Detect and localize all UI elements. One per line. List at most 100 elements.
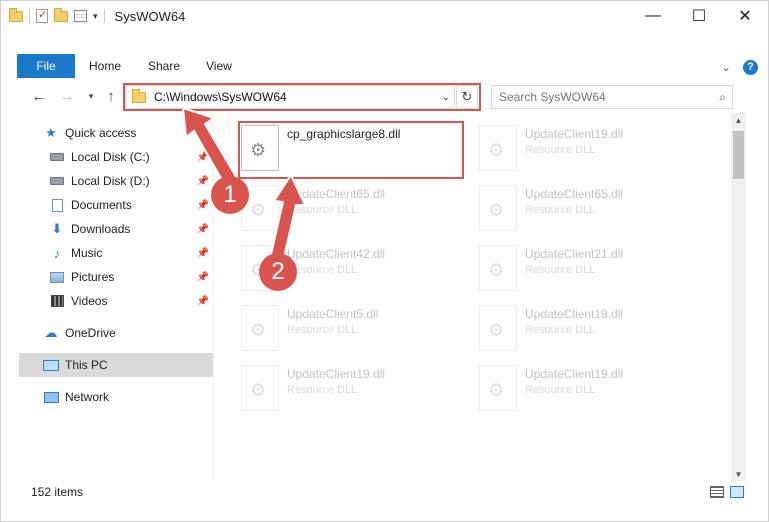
explorer-window: ▾ SysWOW64 — ☐ ✕ File Home Share View ⌄ …	[0, 0, 769, 522]
file-tile[interactable]: UpdateClient65.dll Resource DLL	[231, 181, 461, 237]
forward-arrow-icon[interactable]: →	[57, 86, 77, 106]
navigation-pane: ★ Quick access Local Disk (C:) 📌 Local D…	[19, 121, 213, 481]
recent-locations-dropdown-icon[interactable]: ▾	[81, 86, 101, 106]
scroll-down-arrow-icon[interactable]: ▼	[731, 467, 746, 481]
scroll-up-arrow-icon[interactable]: ▲	[731, 113, 746, 127]
network-icon	[43, 390, 59, 404]
sidebar-item-label: Network	[65, 390, 110, 404]
pin-icon[interactable]: 📌	[197, 224, 209, 235]
file-tile[interactable]: UpdateClient19.dll Resource DLL	[469, 361, 699, 417]
item-count: 152 items	[31, 485, 84, 499]
file-type: Resource DLL	[525, 264, 596, 276]
file-name: UpdateClient42.dll	[287, 247, 386, 261]
file-name: UpdateClient5.dll	[287, 307, 379, 321]
pin-icon[interactable]: 📌	[197, 248, 209, 259]
large-icons-view-icon[interactable]	[730, 486, 744, 498]
file-tile[interactable]: UpdateClient19.dll Resource DLL	[231, 361, 461, 417]
sidebar-item-onedrive[interactable]: ☁ OneDrive	[19, 321, 213, 345]
customize-toolbar-dropdown-icon[interactable]: ▾	[93, 11, 98, 22]
sidebar-item-local-disk-d[interactable]: Local Disk (D:) 📌	[19, 169, 213, 193]
file-tile[interactable]: UpdateClient19.dll Resource DLL	[469, 301, 699, 357]
ribbon: File Home Share View ⌄ ?	[1, 54, 768, 79]
cloud-icon: ☁	[44, 325, 58, 340]
dll-file-icon	[479, 185, 517, 231]
file-tile[interactable]: UpdateClient19.dll Resource DLL	[469, 121, 699, 177]
tab-home[interactable]: Home	[89, 54, 121, 78]
address-highlight-box	[123, 83, 481, 111]
sidebar-item-videos[interactable]: Videos 📌	[19, 289, 213, 313]
search-box[interactable]: ⌕	[491, 85, 733, 109]
sidebar-item-quick-access[interactable]: ★ Quick access	[19, 121, 213, 145]
file-tile[interactable]: UpdateClient21.dll Resource DLL	[469, 241, 699, 297]
details-view-icon[interactable]	[710, 486, 724, 498]
computer-icon	[43, 358, 59, 372]
dll-file-icon	[479, 245, 517, 291]
sidebar-item-network[interactable]: Network	[19, 385, 213, 409]
file-type: Resource DLL	[525, 324, 596, 336]
download-icon: ⬇	[51, 221, 63, 236]
file-name: UpdateClient19.dll	[525, 127, 624, 141]
help-icon[interactable]: ?	[743, 59, 758, 75]
file-name: UpdateClient21.dll	[525, 247, 624, 261]
status-bar: 152 items	[1, 481, 768, 503]
pin-icon[interactable]: 📌	[197, 200, 209, 211]
sidebar-item-label: This PC	[65, 358, 108, 372]
close-button[interactable]: ✕	[722, 1, 768, 31]
back-arrow-icon[interactable]: ←	[29, 86, 49, 106]
sidebar-item-this-pc[interactable]: This PC	[19, 353, 213, 377]
file-type: Resource DLL	[525, 144, 596, 156]
properties-check-icon[interactable]	[36, 8, 48, 23]
file-name: UpdateClient19.dll	[525, 367, 624, 381]
folder-icon	[9, 7, 23, 22]
pin-icon[interactable]: 📌	[197, 152, 209, 163]
star-icon: ★	[45, 125, 57, 140]
title-bar: ▾ SysWOW64 — ☐ ✕	[1, 1, 768, 31]
new-folder-icon[interactable]	[54, 7, 68, 22]
disk-icon	[49, 174, 65, 188]
disk-icon	[49, 150, 65, 164]
pin-icon[interactable]: 📌	[197, 296, 209, 307]
file-type: Resource DLL	[287, 384, 358, 396]
maximize-button[interactable]: ☐	[676, 1, 722, 31]
sidebar-item-music[interactable]: ♪ Music 📌	[19, 241, 213, 265]
file-name: UpdateClient65.dll	[525, 187, 624, 201]
expand-ribbon-chevron-icon[interactable]: ⌄	[721, 60, 731, 74]
sidebar-item-downloads[interactable]: ⬇ Downloads 📌	[19, 217, 213, 241]
tab-share[interactable]: Share	[148, 54, 180, 78]
sidebar-item-label: Documents	[71, 198, 132, 212]
sidebar-item-label: OneDrive	[65, 326, 116, 340]
sidebar-item-local-disk-c[interactable]: Local Disk (C:) 📌	[19, 145, 213, 169]
file-tile[interactable]: UpdateClient5.dll Resource DLL	[231, 301, 461, 357]
sidebar-item-label: Local Disk (C:)	[71, 150, 150, 164]
step-2-badge: 2	[259, 253, 297, 291]
minimize-button[interactable]: —	[630, 1, 676, 31]
pin-icon[interactable]: 📌	[197, 176, 209, 187]
search-input[interactable]	[499, 90, 709, 104]
scrollbar-thumb[interactable]	[733, 131, 744, 179]
file-type: Resource DLL	[287, 204, 358, 216]
tab-file[interactable]: File	[17, 54, 75, 78]
dll-file-icon	[241, 365, 279, 411]
properties-icon[interactable]	[74, 10, 87, 22]
file-highlight-box	[238, 121, 464, 179]
file-name: UpdateClient65.dll	[287, 187, 386, 201]
vertical-scrollbar[interactable]: ▲ ▼	[731, 113, 746, 481]
search-icon: ⌕	[719, 89, 726, 104]
ribbon-right: ⌄ ?	[721, 55, 758, 79]
up-arrow-icon[interactable]: ↑	[101, 86, 121, 106]
sidebar-item-pictures[interactable]: Pictures 📌	[19, 265, 213, 289]
file-tile[interactable]: UpdateClient65.dll Resource DLL	[469, 181, 699, 237]
sidebar-item-documents[interactable]: Documents 📌	[19, 193, 213, 217]
music-icon: ♪	[53, 245, 61, 261]
sidebar-item-label: Videos	[71, 294, 108, 308]
pictures-icon	[49, 270, 65, 284]
dll-file-icon	[479, 305, 517, 351]
dll-file-icon	[241, 305, 279, 351]
quick-access-toolbar: ▾	[9, 7, 98, 23]
tab-view[interactable]: View	[206, 54, 232, 78]
pin-icon[interactable]: 📌	[197, 272, 209, 283]
window-controls: — ☐ ✕	[630, 1, 768, 31]
step-1-badge: 1	[211, 176, 249, 214]
dll-file-icon	[479, 365, 517, 411]
window-title: SysWOW64	[114, 8, 186, 24]
